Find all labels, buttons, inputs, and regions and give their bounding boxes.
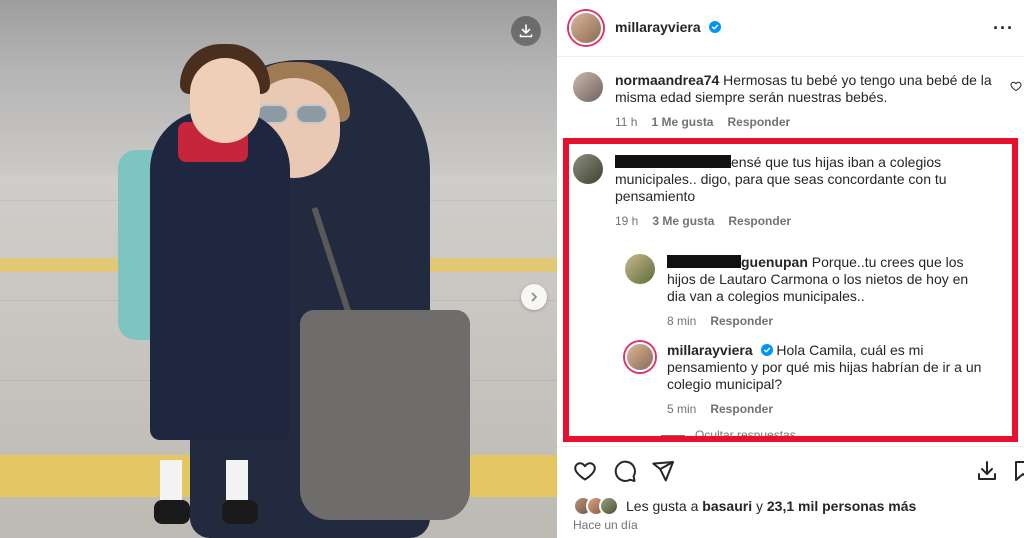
comment-time: 19 h <box>615 214 639 228</box>
reply-button[interactable]: Responder <box>727 115 790 129</box>
reply-meta: 8 min Responder <box>667 314 987 328</box>
liker-avatar <box>599 496 619 516</box>
comment-username[interactable]: normaandrea74 <box>615 72 719 88</box>
comment-item: ensé que tus hijas iban a colegios munic… <box>573 154 993 228</box>
likes-summary[interactable]: Les gusta a basauri y 23,1 mil personas … <box>573 496 916 516</box>
post-header: millarayviera ··· <box>557 0 1024 57</box>
verified-icon <box>709 21 722 33</box>
divider-line <box>661 434 685 436</box>
verified-icon <box>760 344 773 356</box>
reply-body: millarayviera Hola Camila, cuál es mi pe… <box>667 342 987 416</box>
comment-body: normaandrea74 Hermosas tu bebé yo tengo … <box>615 72 993 129</box>
reply-username[interactable]: millarayviera <box>667 342 753 358</box>
reply-button[interactable]: Responder <box>728 214 791 228</box>
reply-meta: 5 min Responder <box>667 402 987 416</box>
comment-text-wrap: ensé que tus hijas iban a colegios munic… <box>615 154 985 205</box>
download-button[interactable] <box>511 16 541 46</box>
reply-avatar[interactable] <box>625 342 655 372</box>
next-image-button[interactable] <box>521 284 547 310</box>
likes-middle: y <box>755 498 763 514</box>
reply-username[interactable]: guenupan <box>741 254 808 270</box>
tote-bag <box>300 310 470 520</box>
reply-time: 8 min <box>667 314 697 328</box>
author-username-wrap: millarayviera <box>615 19 722 37</box>
redacted-username <box>615 155 731 168</box>
heart-icon[interactable] <box>573 459 597 483</box>
comment-meta: 19 h 3 Me gusta Responder <box>615 214 985 228</box>
reply-button[interactable]: Responder <box>710 314 773 328</box>
post-action-bar <box>557 446 1024 490</box>
comment-time: 11 h <box>615 115 638 129</box>
hide-replies-button[interactable]: Ocultar respuestas <box>661 428 796 442</box>
reply-text-wrap: guenupan Porque..tu crees que los hijos … <box>667 254 987 305</box>
more-icon: ··· <box>993 18 1014 38</box>
likes-others[interactable]: 23,1 mil personas más <box>767 498 916 514</box>
more-options-button[interactable]: ··· <box>993 18 1014 39</box>
sock <box>160 460 182 500</box>
shoe <box>222 500 258 524</box>
reply-item: millarayviera Hola Camila, cuál es mi pe… <box>625 342 995 416</box>
post-date: Hace un día <box>573 518 638 532</box>
reply-avatar[interactable] <box>625 254 655 284</box>
likes-text: Les gusta a basauri y 23,1 mil personas … <box>626 498 916 514</box>
comment-avatar[interactable] <box>573 154 603 184</box>
hide-replies-label: Ocultar respuestas <box>695 428 796 442</box>
reply-time: 5 min <box>667 402 697 416</box>
redacted-username <box>667 255 741 268</box>
comment-likes[interactable]: 3 Me gusta <box>652 214 714 228</box>
shoe <box>154 500 190 524</box>
download-icon[interactable] <box>975 459 999 483</box>
reply-body: guenupan Porque..tu crees que los hijos … <box>667 254 987 328</box>
share-icon[interactable] <box>651 459 675 483</box>
comment-likes[interactable]: 1 Me gusta <box>651 115 713 129</box>
comment-avatar[interactable] <box>573 72 603 102</box>
comment-body: ensé que tus hijas iban a colegios munic… <box>615 154 985 228</box>
post-side-panel: millarayviera ··· normaandrea74 Hermosas… <box>557 0 1024 538</box>
likes-prefix: Les gusta a <box>626 498 699 514</box>
save-icon[interactable] <box>1011 459 1024 483</box>
comment-text-wrap: normaandrea74 Hermosas tu bebé yo tengo … <box>615 72 993 106</box>
reply-text-wrap: millarayviera Hola Camila, cuál es mi pe… <box>667 342 987 393</box>
author-username[interactable]: millarayviera <box>615 19 701 35</box>
download-icon <box>519 24 533 38</box>
comment-meta: 11 h 1 Me gusta Responder <box>615 115 993 129</box>
likes-user[interactable]: basauri <box>702 498 752 514</box>
heart-icon[interactable] <box>1010 80 1022 92</box>
girl-face <box>190 58 260 143</box>
comment-item: normaandrea74 Hermosas tu bebé yo tengo … <box>573 72 993 129</box>
chevron-right-icon <box>531 292 537 302</box>
author-avatar[interactable] <box>569 11 603 45</box>
sock <box>226 460 248 500</box>
reply-item: guenupan Porque..tu crees que los hijos … <box>625 254 995 328</box>
post-photo[interactable] <box>0 0 557 538</box>
reply-button[interactable]: Responder <box>710 402 773 416</box>
comment-icon[interactable] <box>613 459 637 483</box>
